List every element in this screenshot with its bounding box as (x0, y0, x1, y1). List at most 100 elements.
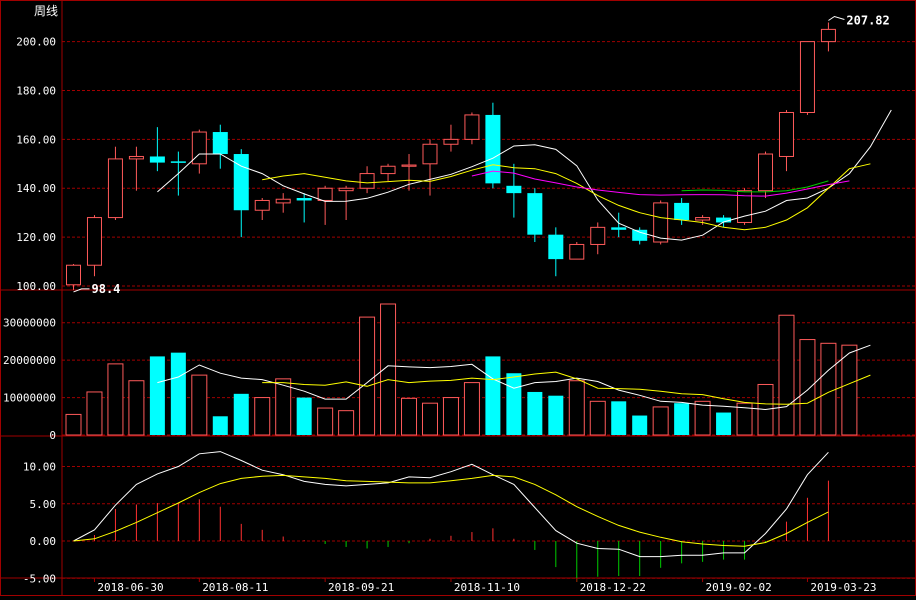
candle-body (799, 41, 815, 113)
max-value-label: 207.82 (846, 14, 889, 28)
candle-body (380, 165, 396, 175)
candle (212, 124, 228, 169)
candle-body (632, 229, 648, 241)
moving-average-line (262, 163, 871, 231)
volume-bar (799, 339, 816, 436)
volume-bar (674, 403, 690, 435)
volume-bar (128, 380, 145, 436)
candle (128, 146, 144, 191)
y-tick-label: 120.00 (16, 231, 56, 244)
candle (149, 127, 165, 172)
price-panel[interactable]: 207.82 98.4 (66, 14, 892, 296)
candle-body (674, 202, 690, 221)
candle-body (128, 155, 144, 160)
candle (737, 188, 753, 225)
y-tick-label: 140.00 (16, 182, 56, 195)
chart-title: 周线 (34, 4, 59, 18)
volume-bar (317, 407, 334, 436)
x-tick-label: 2018-11-10 (454, 581, 520, 594)
volume-bar (86, 391, 103, 436)
candle-body (548, 234, 564, 260)
candle-body (778, 111, 794, 157)
candle-body (485, 114, 501, 184)
y-tick-label: 0.00 (30, 535, 57, 548)
y-tick-label: 0 (49, 429, 56, 442)
candle-body (149, 156, 165, 163)
volume-bar (338, 410, 355, 436)
axis-labels: 100.00 120.00 140.00 160.00 180.00 200.00 0 100… (3, 36, 877, 594)
y-tick-label: 10.00 (23, 461, 56, 474)
candle-body (758, 153, 774, 192)
min-value-label: 98.4 (92, 282, 121, 296)
y-tick-label: 180.00 (16, 84, 56, 97)
candle-body (317, 187, 333, 201)
volume-bar (233, 393, 249, 435)
candle-body (695, 217, 711, 221)
volume-bar (170, 352, 186, 435)
candle-body (653, 202, 669, 243)
candle (569, 242, 585, 260)
macd-panel[interactable] (73, 451, 829, 582)
outer-frame (0, 0, 916, 596)
volume-bar (296, 397, 312, 435)
y-tick-label: 20000000 (3, 354, 56, 367)
candle (338, 185, 354, 221)
candle-body (590, 226, 606, 245)
moving-average-line (681, 180, 829, 193)
volume-bar (421, 402, 438, 436)
candle (548, 227, 564, 277)
volume-bar (632, 415, 648, 435)
y-tick-label: 30000000 (3, 317, 56, 330)
grid-layer (0, 0, 916, 596)
candle (820, 22, 836, 52)
x-tick-label: 2019-02-02 (705, 581, 771, 594)
volume-bar (841, 344, 858, 436)
weekly-kline-chart[interactable]: 207.82 98.4 100.00 120.00 140.00 160.00 180.0… (0, 0, 916, 596)
candle-body (506, 185, 522, 194)
candle (527, 188, 543, 243)
candle-body (275, 198, 291, 204)
candle (380, 163, 396, 181)
candle-body (170, 161, 186, 163)
volume-bar (463, 382, 480, 436)
candle (590, 222, 606, 255)
volume-bar (401, 397, 418, 436)
y-tick-label: 10000000 (3, 392, 56, 405)
candle (191, 129, 207, 174)
volume-bar (694, 400, 711, 436)
chart-canvas[interactable]: 207.82 98.4 100.00 120.00 140.00 160.00 180.0… (0, 0, 916, 596)
candle (359, 166, 375, 194)
candle (443, 124, 459, 152)
volume-bar (589, 400, 606, 436)
volume-bar (359, 316, 376, 436)
y-tick-label: 100.00 (16, 280, 56, 293)
candle (107, 146, 123, 221)
candle (778, 110, 794, 172)
volume-bar (652, 406, 669, 436)
candle-body (66, 264, 81, 286)
candle (464, 112, 480, 145)
volume-bar (778, 314, 795, 436)
y-tick-label: 200.00 (16, 36, 56, 49)
candle-body (233, 154, 249, 211)
max-pointer (828, 15, 845, 21)
volume-bar (568, 380, 585, 436)
candle-body (86, 217, 102, 266)
volume-bar (442, 397, 459, 436)
volume-bar (548, 395, 564, 435)
volume-bar (191, 374, 208, 436)
candle-body (422, 143, 438, 165)
candle-body (527, 193, 543, 235)
volume-bar (506, 373, 522, 435)
candle-body (107, 158, 123, 219)
candle (233, 149, 249, 238)
x-tick-label: 2019-03-23 (810, 581, 876, 594)
candle (317, 185, 333, 225)
volume-panel[interactable] (65, 303, 871, 436)
volume-bar (485, 356, 501, 435)
candle (296, 193, 312, 223)
candle-body (296, 198, 312, 201)
volume-bar (527, 391, 543, 435)
x-tick-label: 2018-09-21 (328, 581, 394, 594)
candle-body (401, 164, 417, 167)
